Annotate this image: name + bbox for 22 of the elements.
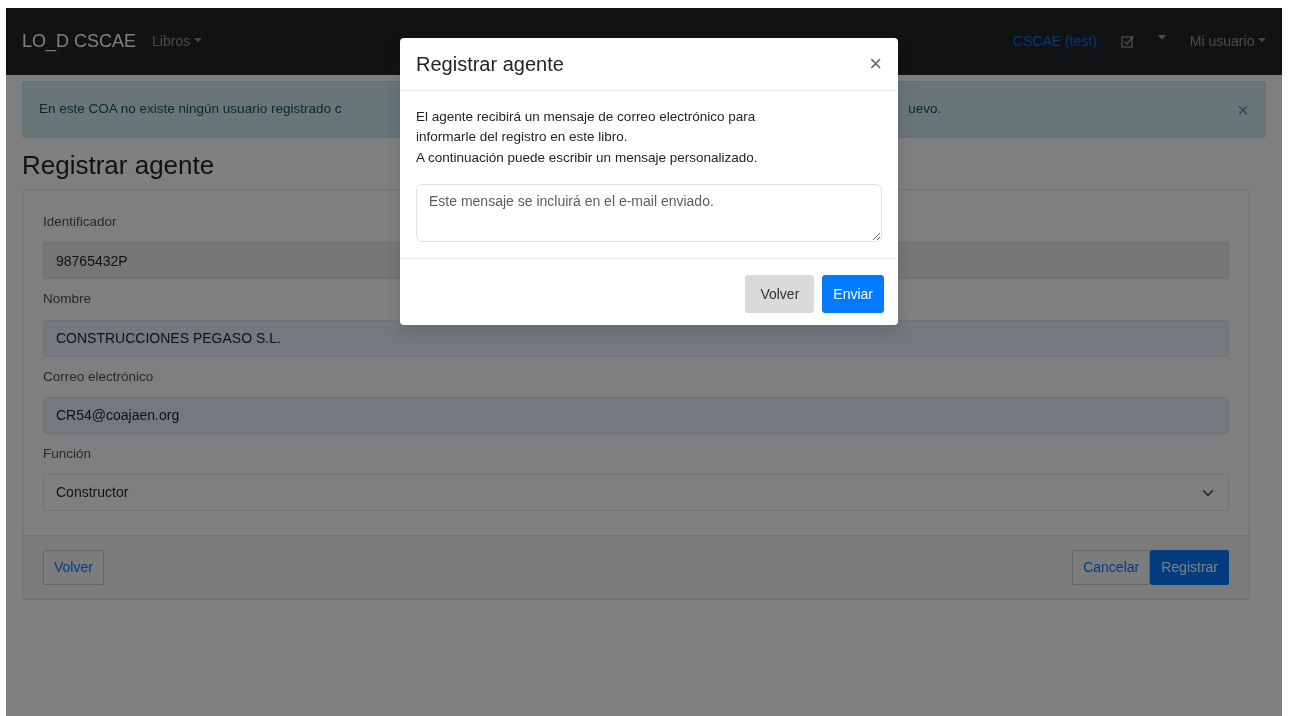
close-button[interactable]: ×	[1237, 99, 1249, 120]
alert-text: uevo.	[908, 100, 942, 119]
input-field[interactable]: CONSTRUCCIONES PEGASO S.L.	[43, 319, 1229, 357]
back-button[interactable]: Volver	[43, 550, 104, 586]
field-label: Correo electrónico	[43, 367, 154, 386]
field-label: Identificador	[43, 213, 117, 232]
cancel-button[interactable]: Cancelar	[1072, 550, 1151, 586]
close-button[interactable]: ×	[869, 53, 882, 75]
modal-text: El agente recibirá un mensaje de correo electrónico para informarle del registro en este libro.	[416, 108, 757, 147]
field-label: Nombre	[43, 290, 91, 309]
input-field[interactable]: CR54@coajaen.org	[43, 396, 1229, 434]
send-button[interactable]: Enviar	[822, 274, 884, 313]
message-field[interactable]: Este mensaje se incluirá en el e-mail enviado.	[416, 183, 882, 242]
field-label: Función	[43, 444, 92, 463]
select-field[interactable]: Constructor	[43, 474, 1229, 512]
register-button[interactable]: Registrar	[1150, 550, 1229, 586]
modal-text: A continuación puede escribir un mensaje personalizado.	[416, 148, 759, 167]
page-title: Registrar agente	[22, 150, 215, 182]
modal-title: Registrar agente	[416, 52, 564, 76]
alert-text: En este COA no existe ningún usuario registrado c	[39, 100, 342, 119]
brand-link[interactable]: LO_D CSCAE	[22, 28, 137, 55]
back-button[interactable]: Volver	[745, 274, 815, 313]
